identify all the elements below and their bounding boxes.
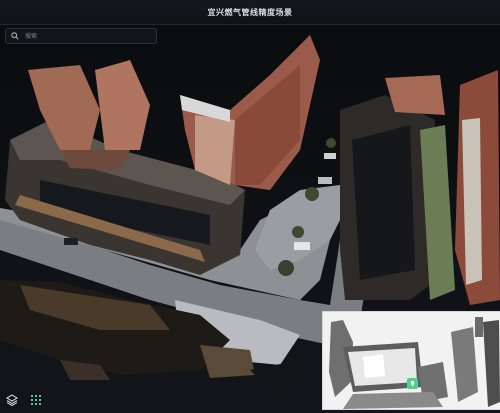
grid-button[interactable] (28, 392, 44, 408)
page-title: 宜兴燃气管线精度场景 (207, 7, 293, 17)
layers-icon (6, 394, 18, 406)
search-input[interactable] (23, 31, 147, 41)
minimap-image (323, 312, 500, 409)
bottom-toolbar (4, 392, 44, 408)
layers-button[interactable] (4, 392, 20, 408)
location-pin-icon[interactable] (407, 378, 418, 389)
grid-icon (31, 395, 41, 405)
minimap[interactable] (322, 311, 500, 410)
app-header: 宜兴燃气管线精度场景 (0, 0, 500, 25)
location-glyph (410, 381, 415, 387)
search-box[interactable] (5, 28, 157, 44)
search-icon (11, 32, 19, 40)
